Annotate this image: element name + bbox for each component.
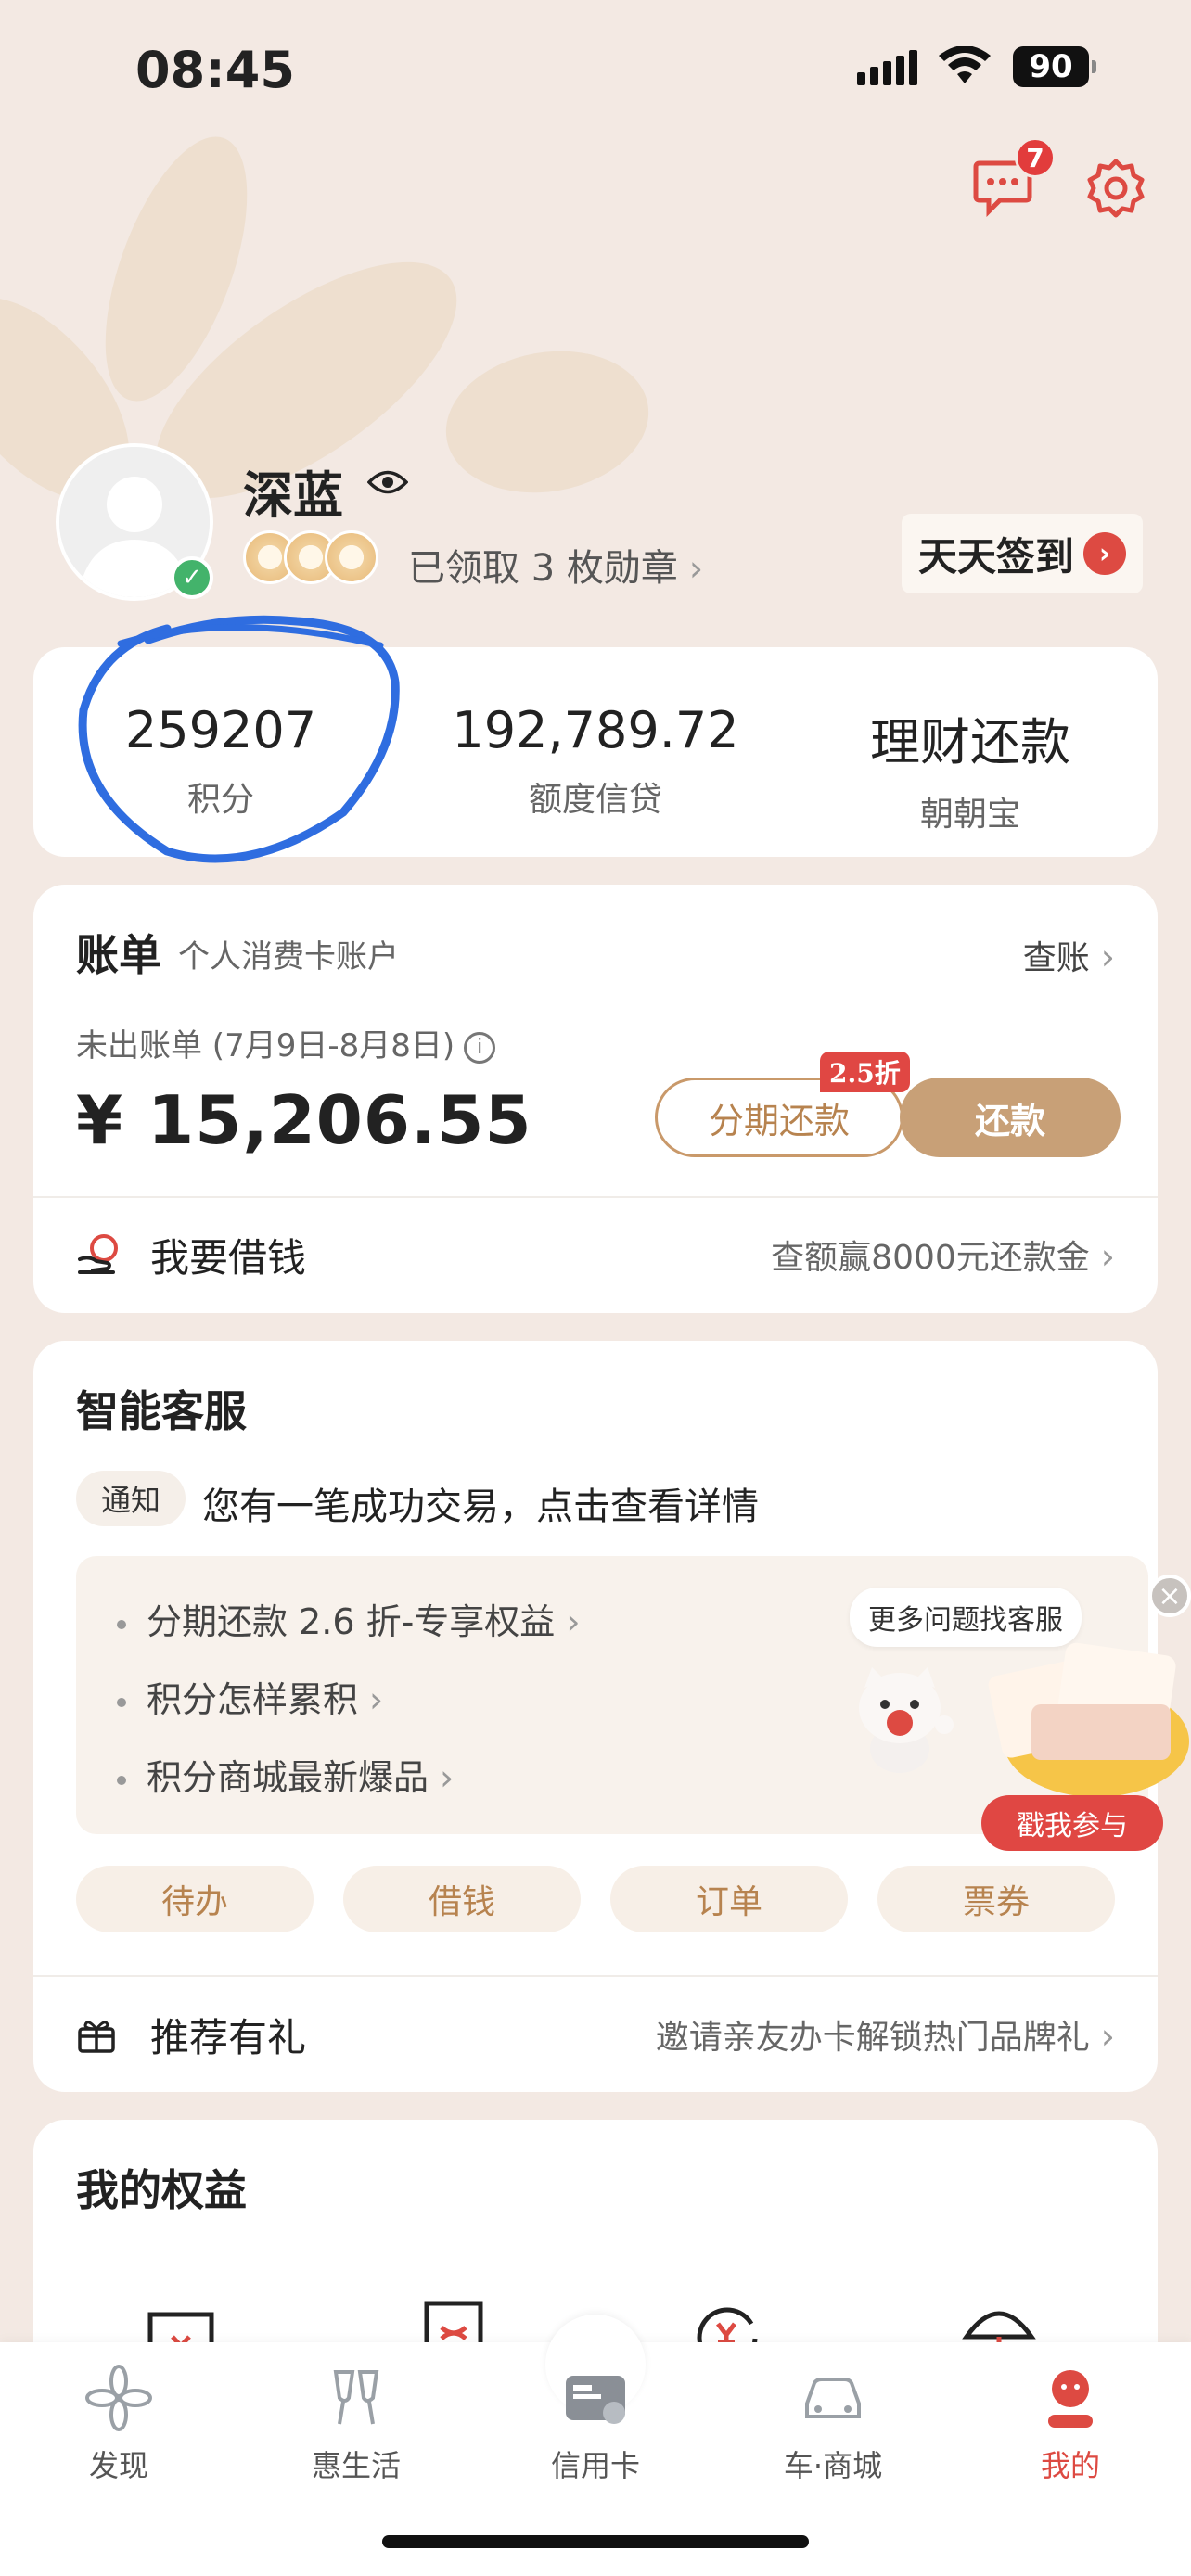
chevron-right-icon: › <box>688 548 704 589</box>
medals-link[interactable]: 已领取 3 枚勋章 › <box>408 538 703 592</box>
medal-badges[interactable] <box>243 530 378 584</box>
chevron-right-icon: › <box>566 1601 581 1642</box>
flower-icon <box>85 2365 152 2431</box>
verified-check-icon: ✓ <box>171 556 213 599</box>
tab-car-mall[interactable]: 车·商城 <box>749 2363 916 2485</box>
tab-label: 发现 <box>88 2448 148 2483</box>
borrow-label: 我要借钱 <box>150 1234 307 1281</box>
faq-item-text: 积分怎样累积 <box>147 1679 359 1720</box>
borrow-promo: 查额赢8000元还款金 › <box>771 1231 1115 1279</box>
faq-item-text: 积分商城最新爆品 <box>147 1757 429 1798</box>
info-icon[interactable]: i <box>464 1031 496 1064</box>
status-time: 08:45 <box>135 41 295 99</box>
header-actions: 7 <box>972 137 1146 219</box>
check-bill-label: 查账 <box>1022 939 1090 977</box>
eye-icon[interactable] <box>367 468 408 496</box>
stat-label: 积分 <box>186 781 254 819</box>
shortcut-tickets[interactable]: 票券 <box>877 1866 1115 1932</box>
stat-wealth[interactable]: 理财还款 朝朝宝 <box>783 647 1158 857</box>
tab-credit-card[interactable]: 信用卡 <box>512 2363 679 2485</box>
faq-item-text: 分期还款 2.6 折-专享权益 <box>147 1601 556 1642</box>
shortcut-borrow[interactable]: 借钱 <box>343 1866 581 1932</box>
background-decoration <box>434 336 660 508</box>
messages-button[interactable]: 7 <box>972 137 1056 218</box>
arrow-right-icon: › <box>1083 532 1126 575</box>
shortcut-orders[interactable]: 订单 <box>610 1866 848 1932</box>
status-bar: 08:45 90 <box>0 0 1191 139</box>
tab-label: 车·商城 <box>783 2448 883 2483</box>
stat-value: 理财还款 <box>870 713 1070 772</box>
stats-card: 259207 积分 192,789.72 额度信贷 理财还款 朝朝宝 <box>33 647 1158 857</box>
close-icon[interactable]: × <box>1148 1575 1191 1617</box>
profile-icon <box>1048 2370 1093 2428</box>
repay-button[interactable]: 还款 <box>900 1078 1121 1157</box>
tab-label: 我的 <box>1040 2448 1100 2483</box>
wifi-icon <box>939 46 991 83</box>
chevron-right-icon: › <box>1100 937 1115 977</box>
chevron-right-icon: › <box>369 1679 384 1720</box>
referral-promo-text: 邀请亲友办卡解锁热门品牌礼 <box>655 2019 1090 2057</box>
battery-indicator: 90 <box>1013 46 1096 87</box>
chevron-right-icon: › <box>1100 2016 1115 2057</box>
service-title: 智能客服 <box>76 1386 247 1436</box>
stat-value: 259207 <box>124 701 317 759</box>
smart-service-card: 智能客服 通知 您有一笔成功交易，点击查看详情 分期还款 2.6 折-专享权益 ›… <box>33 1341 1191 2092</box>
faq-item[interactable]: 积分怎样累积 › <box>117 1671 383 1722</box>
referral-promo: 邀请亲友办卡解锁热门品牌礼 › <box>656 2010 1115 2059</box>
check-bill-link[interactable]: 查账 › <box>1023 931 1115 979</box>
bill-account-type: 个人消费卡账户 <box>178 938 399 976</box>
stat-credit[interactable]: 192,789.72 额度信贷 <box>408 647 783 857</box>
tab-discover[interactable]: 发现 <box>35 2363 202 2485</box>
referral-row[interactable]: 推荐有礼 邀请亲友办卡解锁热门品牌礼 › <box>76 1977 1115 2092</box>
benefits-title: 我的权益 <box>76 2165 247 2215</box>
faq-item[interactable]: 积分商城最新爆品 › <box>117 1749 454 1800</box>
discount-badge: 2.5折 <box>820 1052 910 1092</box>
home-indicator <box>382 2535 809 2548</box>
promo-coupon-graphic[interactable] <box>976 1630 1191 1812</box>
bill-period: 未出账单 (7月9日-8月8日) i <box>76 1020 496 1065</box>
user-name: 深蓝 <box>243 466 343 525</box>
credit-card-icon <box>566 2376 625 2424</box>
referral-label: 推荐有礼 <box>150 2014 307 2060</box>
cat-mascot-icon[interactable] <box>844 1656 965 1777</box>
daily-signin-button[interactable]: 天天签到 › <box>902 514 1143 593</box>
borrow-money-row[interactable]: 我要借钱 查额赢8000元还款金 › <box>76 1196 1115 1313</box>
notice-tag: 通知 <box>76 1471 186 1526</box>
bill-title: 账单 <box>76 930 161 980</box>
message-count-badge: 7 <box>1015 137 1056 178</box>
chevron-right-icon: › <box>1100 1236 1115 1277</box>
tab-life[interactable]: 惠生活 <box>273 2363 440 2485</box>
car-icon <box>805 2378 861 2418</box>
bill-card: 账单 个人消费卡账户 查账 › 未出账单 (7月9日-8月8日) i ¥ 15,20… <box>33 885 1158 1313</box>
borrow-promo-text: 查额赢8000元还款金 <box>771 1239 1090 1277</box>
cellular-signal-icon <box>857 48 917 85</box>
stat-label: 朝朝宝 <box>919 796 1020 834</box>
faq-item[interactable]: 分期还款 2.6 折-专享权益 › <box>117 1593 581 1644</box>
tab-label: 信用卡 <box>550 2448 640 2483</box>
stat-points[interactable]: 259207 积分 <box>33 647 408 857</box>
medal-icon <box>325 530 378 584</box>
tab-label: 惠生活 <box>311 2448 401 2483</box>
tab-mine[interactable]: 我的 <box>987 2363 1154 2485</box>
bill-amount: ¥ 15,206.55 <box>76 1081 532 1159</box>
cheers-icon <box>333 2370 379 2425</box>
bill-period-text: 未出账单 (7月9日-8月8日) <box>76 1027 455 1065</box>
signin-label: 天天签到 <box>918 533 1075 580</box>
gift-icon <box>78 2021 115 2053</box>
stat-value: 192,789.72 <box>452 701 739 759</box>
medals-text: 已领取 3 枚勋章 <box>408 547 678 590</box>
borrow-hand-icon <box>78 1234 118 1274</box>
service-shortcuts: 待办 借钱 订单 票券 <box>76 1866 1115 1932</box>
gear-icon[interactable] <box>1085 158 1146 219</box>
notice-text[interactable]: 您有一笔成功交易，点击查看详情 <box>202 1476 759 1530</box>
chevron-right-icon: › <box>440 1757 455 1798</box>
shortcut-todo[interactable]: 待办 <box>76 1866 314 1932</box>
join-activity-button[interactable]: 戳我参与 <box>981 1795 1163 1851</box>
stat-label: 额度信贷 <box>528 781 662 819</box>
